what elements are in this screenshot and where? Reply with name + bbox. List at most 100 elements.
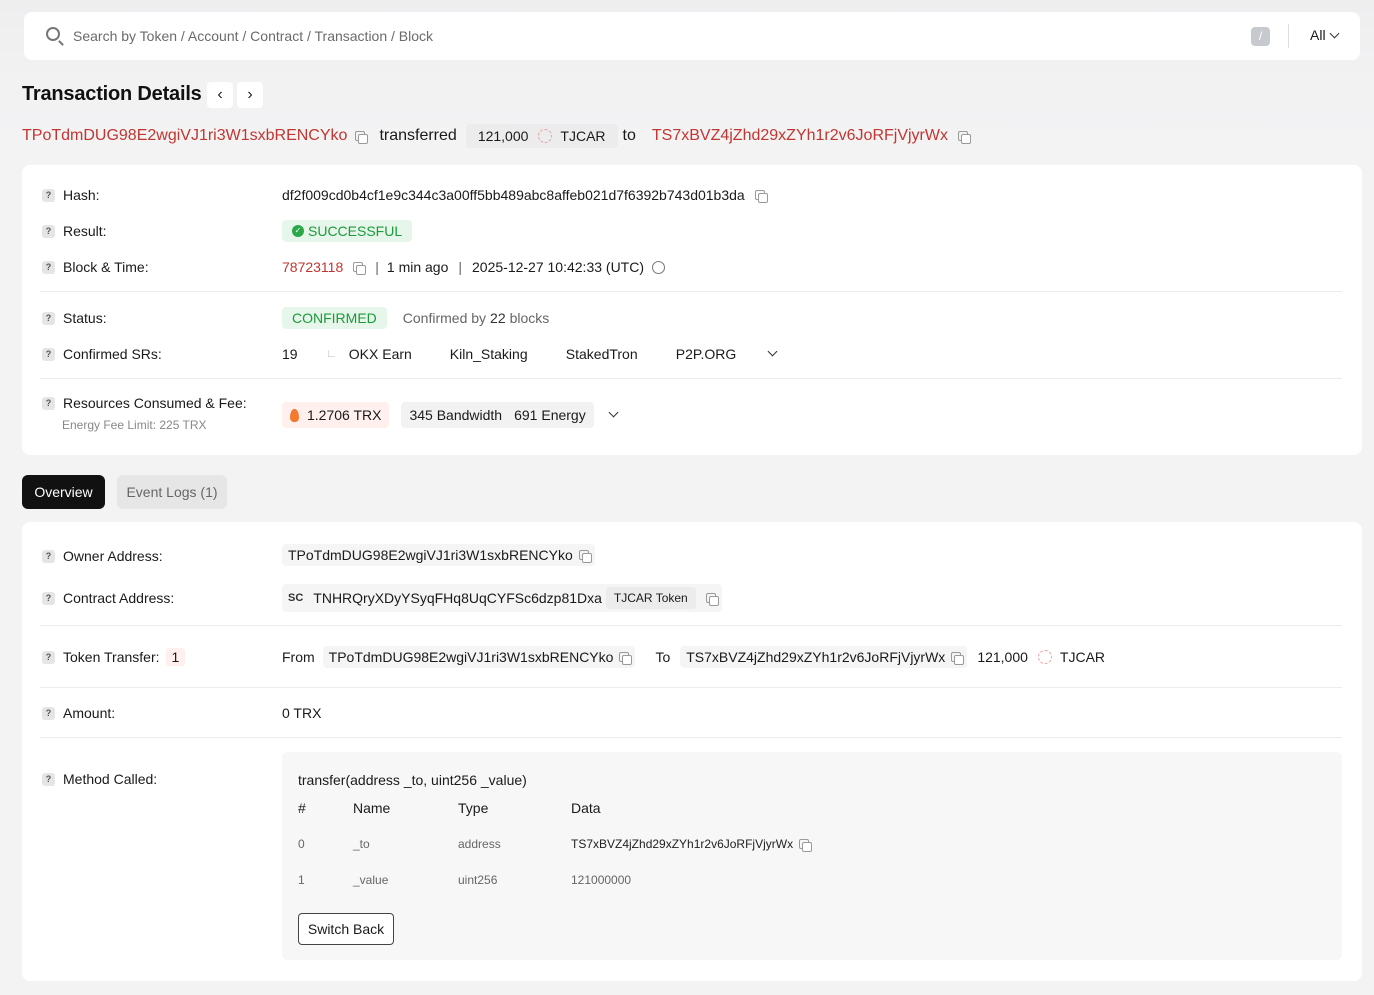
copy-icon[interactable]	[705, 593, 719, 606]
divider	[1288, 24, 1289, 48]
copy-icon[interactable]	[754, 190, 768, 203]
to-address-link[interactable]: TS7xBVZ4jZhd29xZYh1r2v6JoRFjVjyrWx	[686, 649, 945, 665]
param-index: 1	[298, 873, 305, 887]
status-value: CONFIRMED Confirmed by 22 blocks	[282, 307, 549, 329]
method-panel: transfer(address _to, uint256 _value) # …	[282, 752, 1342, 960]
help-icon[interactable]: ?	[42, 260, 55, 274]
sr-link[interactable]: StakedTron	[566, 346, 676, 362]
shortcut-key: /	[1251, 27, 1270, 46]
sr-link[interactable]: P2P.ORG	[676, 346, 764, 362]
copy-icon[interactable]	[951, 652, 965, 665]
status-badge: CONFIRMED	[282, 307, 387, 329]
timestamp: 2025-12-27 10:42:33 (UTC)	[472, 259, 645, 275]
next-transaction-button[interactable]: ›	[237, 82, 263, 108]
param-index: 0	[298, 837, 305, 851]
chevron-down-icon	[1329, 28, 1340, 39]
owner-label: ? Owner Address:	[42, 548, 163, 564]
filter-label: All	[1310, 27, 1326, 43]
time-ago: 1 min ago	[386, 259, 449, 275]
param-type: address	[458, 837, 501, 851]
token-icon	[1037, 650, 1052, 664]
transferred-text: transferred	[379, 127, 457, 144]
details-card: ? Hash: df2f009cd0b4cf1e9c344c3a00ff5bb48…	[22, 165, 1362, 455]
block-link[interactable]: 78723118	[282, 259, 343, 275]
help-icon[interactable]: ?	[42, 347, 55, 361]
token-transfer-label: ? Token Transfer: 1	[42, 648, 186, 666]
resources-label: ? Resources Consumed & Fee:	[42, 395, 247, 411]
confirmed-srs-value: 19 ∟ OKX Earn Kiln_Staking StakedTron P2…	[282, 346, 778, 362]
contract-label: ? Contract Address:	[42, 590, 174, 606]
copy-icon[interactable]	[957, 131, 971, 144]
amount-label: ? Amount:	[42, 705, 115, 721]
smart-contract-icon: SC	[288, 592, 304, 604]
fee-limit: Energy Fee Limit: 225 TRX	[62, 418, 207, 432]
token-transfer-value: From TPoTdmDUG98E2wgiVJ1ri3W1sxbRENCYko …	[282, 646, 1105, 668]
search-input[interactable]: Search by Token / Account / Contract / T…	[73, 28, 433, 44]
token-icon	[538, 129, 553, 143]
help-icon[interactable]: ?	[42, 188, 55, 202]
help-icon[interactable]: ?	[42, 311, 55, 325]
help-icon[interactable]: ?	[42, 706, 55, 720]
owner-value: TPoTdmDUG98E2wgiVJ1ri3W1sxbRENCYko	[282, 544, 595, 566]
param-data: TS7xBVZ4jZhd29xZYh1r2v6JoRFjVjyrWx	[571, 837, 813, 852]
amount-value: 0 TRX	[282, 705, 322, 721]
resources-value: 1.2706 TRX 345 Bandwidth 691 Energy	[282, 402, 619, 428]
method-signature: transfer(address _to, uint256 _value)	[298, 772, 527, 788]
copy-icon[interactable]	[355, 131, 369, 144]
col-header: Data	[571, 800, 601, 816]
copy-icon[interactable]	[619, 652, 633, 665]
contract-tag: TJCAR Token	[605, 587, 696, 609]
help-icon[interactable]: ?	[42, 224, 55, 238]
transfer-summary: TPoTdmDUG98E2wgiVJ1ri3W1sxbRENCYko trans…	[22, 123, 971, 149]
copy-icon[interactable]	[353, 262, 367, 275]
search-icon	[46, 27, 60, 41]
to-text: to	[622, 127, 636, 144]
param-type: uint256	[458, 873, 498, 887]
switch-back-button[interactable]: Switch Back	[298, 913, 394, 945]
expand-resources-chevron-icon[interactable]	[608, 407, 619, 417]
timezone-switch-icon[interactable]	[652, 260, 666, 274]
recipient-link[interactable]: TS7xBVZ4jZhd29xZYh1r2v6JoRFjVjyrWx	[652, 127, 948, 145]
help-icon[interactable]: ?	[42, 549, 55, 563]
sender-link[interactable]: TPoTdmDUG98E2wgiVJ1ri3W1sxbRENCYko	[22, 127, 347, 145]
method-label: ? Method Called:	[42, 771, 157, 787]
amount-chip: 121,000 TJCAR	[465, 124, 618, 148]
help-icon[interactable]: ?	[42, 772, 55, 786]
param-address-link[interactable]: TS7xBVZ4jZhd29xZYh1r2v6JoRFjVjyrWx	[571, 837, 793, 851]
contract-address-link[interactable]: TNHRQryXDyYSyqFHq8UqCYFSc6dzp81Dxa	[313, 590, 602, 606]
search-filter-dropdown[interactable]: All	[1310, 27, 1340, 43]
expand-srs-chevron-icon[interactable]	[767, 346, 778, 356]
flame-icon	[290, 408, 299, 422]
hash-label: ? Hash:	[42, 187, 100, 203]
confirmed-srs-label: ? Confirmed SRs:	[42, 346, 162, 362]
result-label: ? Result:	[42, 223, 107, 239]
help-icon[interactable]: ?	[42, 650, 55, 664]
param-name: _value	[353, 873, 389, 887]
sr-link[interactable]: Kiln_Staking	[450, 346, 566, 362]
owner-address-link[interactable]: TPoTdmDUG98E2wgiVJ1ri3W1sxbRENCYko	[288, 547, 573, 563]
param-data: 121000000	[571, 873, 632, 887]
page-title: Transaction Details	[22, 83, 202, 105]
copy-icon[interactable]	[578, 550, 592, 563]
divider	[40, 737, 1342, 738]
status-label: ? Status:	[42, 310, 107, 326]
search-bar[interactable]: Search by Token / Account / Contract / T…	[24, 12, 1360, 60]
hash-value: df2f009cd0b4cf1e9c344c3a00ff5bb489abc8af…	[282, 187, 768, 203]
token-link[interactable]: TJCAR	[1060, 649, 1105, 665]
block-time-value: 78723118 | 1 min ago | 2025-12-27 10:42:…	[282, 259, 666, 275]
sr-link[interactable]: OKX Earn	[349, 346, 450, 362]
check-circle-icon: ✓	[292, 225, 304, 238]
divider	[40, 687, 1342, 688]
overview-card: ? Owner Address: TPoTdmDUG98E2wgiVJ1ri3W1…	[22, 522, 1362, 981]
prev-transaction-button[interactable]: ‹	[207, 82, 233, 108]
tab-overview[interactable]: Overview	[22, 475, 105, 509]
copy-icon[interactable]	[799, 839, 813, 852]
divider	[40, 291, 1342, 292]
tab-event-logs[interactable]: Event Logs (1)	[117, 475, 227, 509]
help-icon[interactable]: ?	[42, 396, 55, 410]
from-address-link[interactable]: TPoTdmDUG98E2wgiVJ1ri3W1sxbRENCYko	[329, 649, 614, 665]
help-icon[interactable]: ?	[42, 591, 55, 605]
divider	[40, 625, 1342, 626]
token-link[interactable]: TJCAR	[560, 128, 605, 144]
divider	[40, 378, 1342, 379]
